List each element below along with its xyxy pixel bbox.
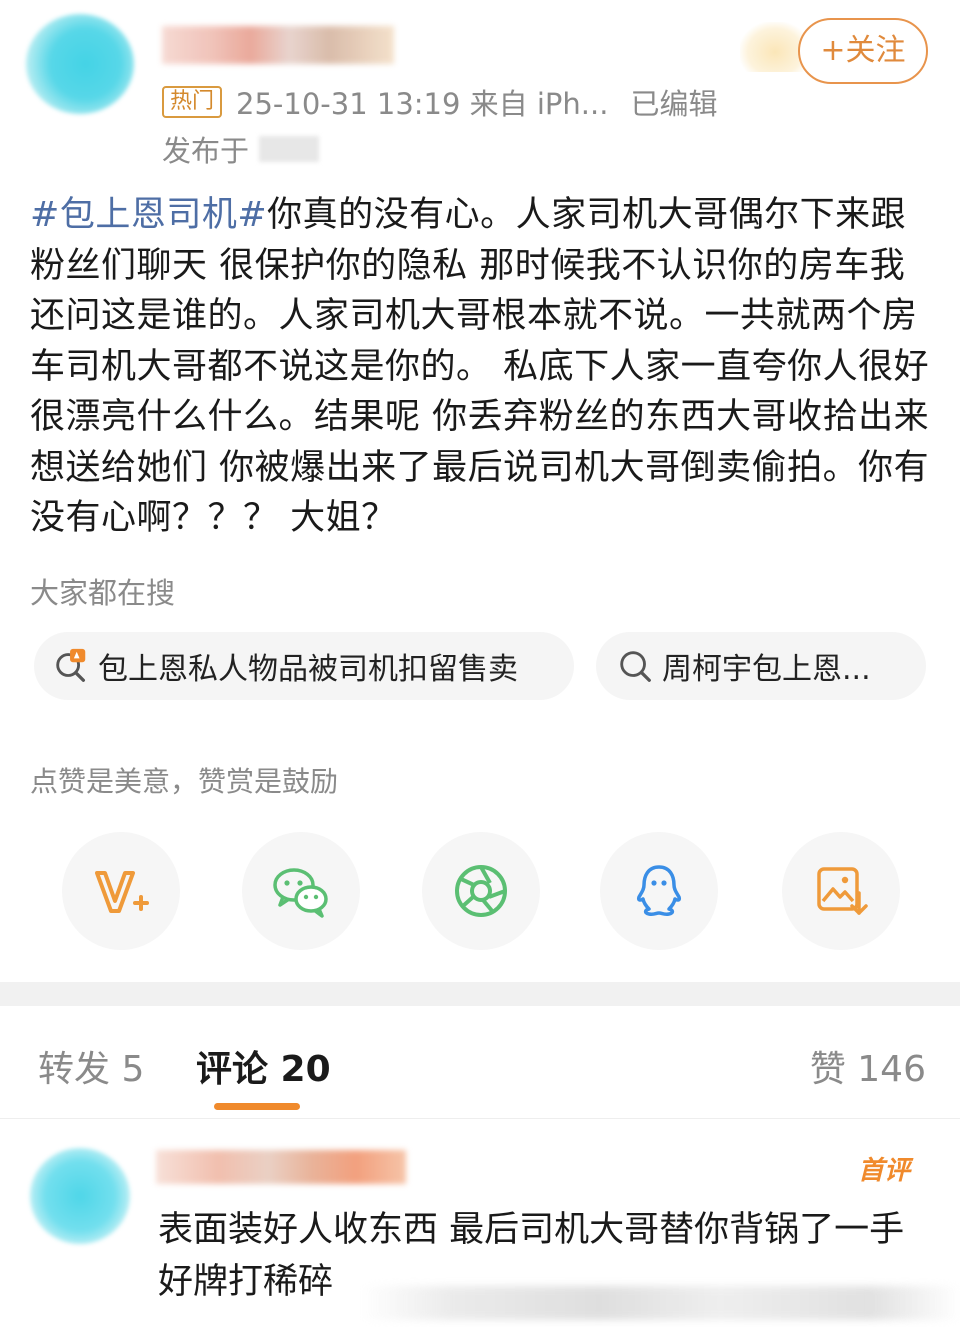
commenter-name-blurred[interactable] (156, 1150, 406, 1184)
wechat-icon (273, 868, 328, 918)
post-content: #包上恩司机#你真的没有心。人家司机大哥偶尔下来跟粉丝们聊天 很保护你的隐私 那… (30, 190, 935, 544)
hot-badge: 热门 (162, 86, 223, 118)
search-suggestion-chip[interactable]: 周柯宇包上恩... (596, 632, 926, 700)
tab-like[interactable]: 赞 146 (810, 1040, 926, 1092)
first-comment-badge: 首评 (858, 1156, 911, 1186)
trending-search-title: 大家都在搜 (30, 576, 176, 610)
qq-icon (637, 865, 681, 917)
reward-v-icon (95, 871, 149, 913)
reward-button[interactable] (62, 832, 180, 950)
location-prefix: 发布于 (162, 134, 250, 168)
search-suggestion-label: 周柯宇包上恩... (662, 652, 871, 687)
location-blurred (259, 136, 320, 162)
author-avatar[interactable] (26, 14, 134, 114)
weibo-post-page: +关注 热门 25-10-31 13:19 来自 iPh... 已编辑 发布于 … (0, 0, 960, 1327)
share-wechat-button[interactable] (242, 832, 360, 950)
share-qq-button[interactable] (600, 832, 718, 950)
edited-label: 已编辑 (630, 87, 718, 121)
search-icon (620, 651, 651, 682)
search-suggestion-chip[interactable]: 包上恩私人物品被司机扣留售卖 (34, 632, 574, 700)
post-location: 发布于 (162, 128, 320, 170)
share-moments-button[interactable] (422, 832, 540, 950)
post-body-text: 你真的没有心。人家司机大哥偶尔下来跟粉丝们聊天 很保护你的隐私 那时候我不认识你… (30, 195, 930, 538)
tab-repost[interactable]: 转发 5 (38, 1040, 144, 1092)
hashtag-link[interactable]: #包上恩司机# (30, 195, 267, 235)
moments-icon (455, 865, 507, 917)
watermark-blurred (360, 1286, 960, 1320)
hot-search-icon (56, 648, 86, 682)
author-name-blurred[interactable] (162, 26, 394, 64)
save-image-button[interactable] (782, 832, 900, 950)
post-meta: 热门 25-10-31 13:19 来自 iPh... 已编辑 (162, 82, 717, 122)
tab-divider (0, 1118, 960, 1119)
follow-button[interactable]: +关注 (798, 18, 928, 84)
post-time-source: 25-10-31 13:19 来自 iPh... (236, 87, 609, 121)
section-divider (0, 982, 960, 1006)
tab-comment[interactable]: 评论 20 (196, 1040, 331, 1092)
commenter-avatar[interactable] (30, 1148, 130, 1244)
save-image-icon (817, 867, 868, 915)
search-suggestion-label: 包上恩私人物品被司机扣留售卖 (98, 652, 518, 687)
active-tab-indicator (214, 1103, 300, 1110)
reward-hint: 点赞是美意，赞赏是鼓励 (30, 765, 339, 798)
